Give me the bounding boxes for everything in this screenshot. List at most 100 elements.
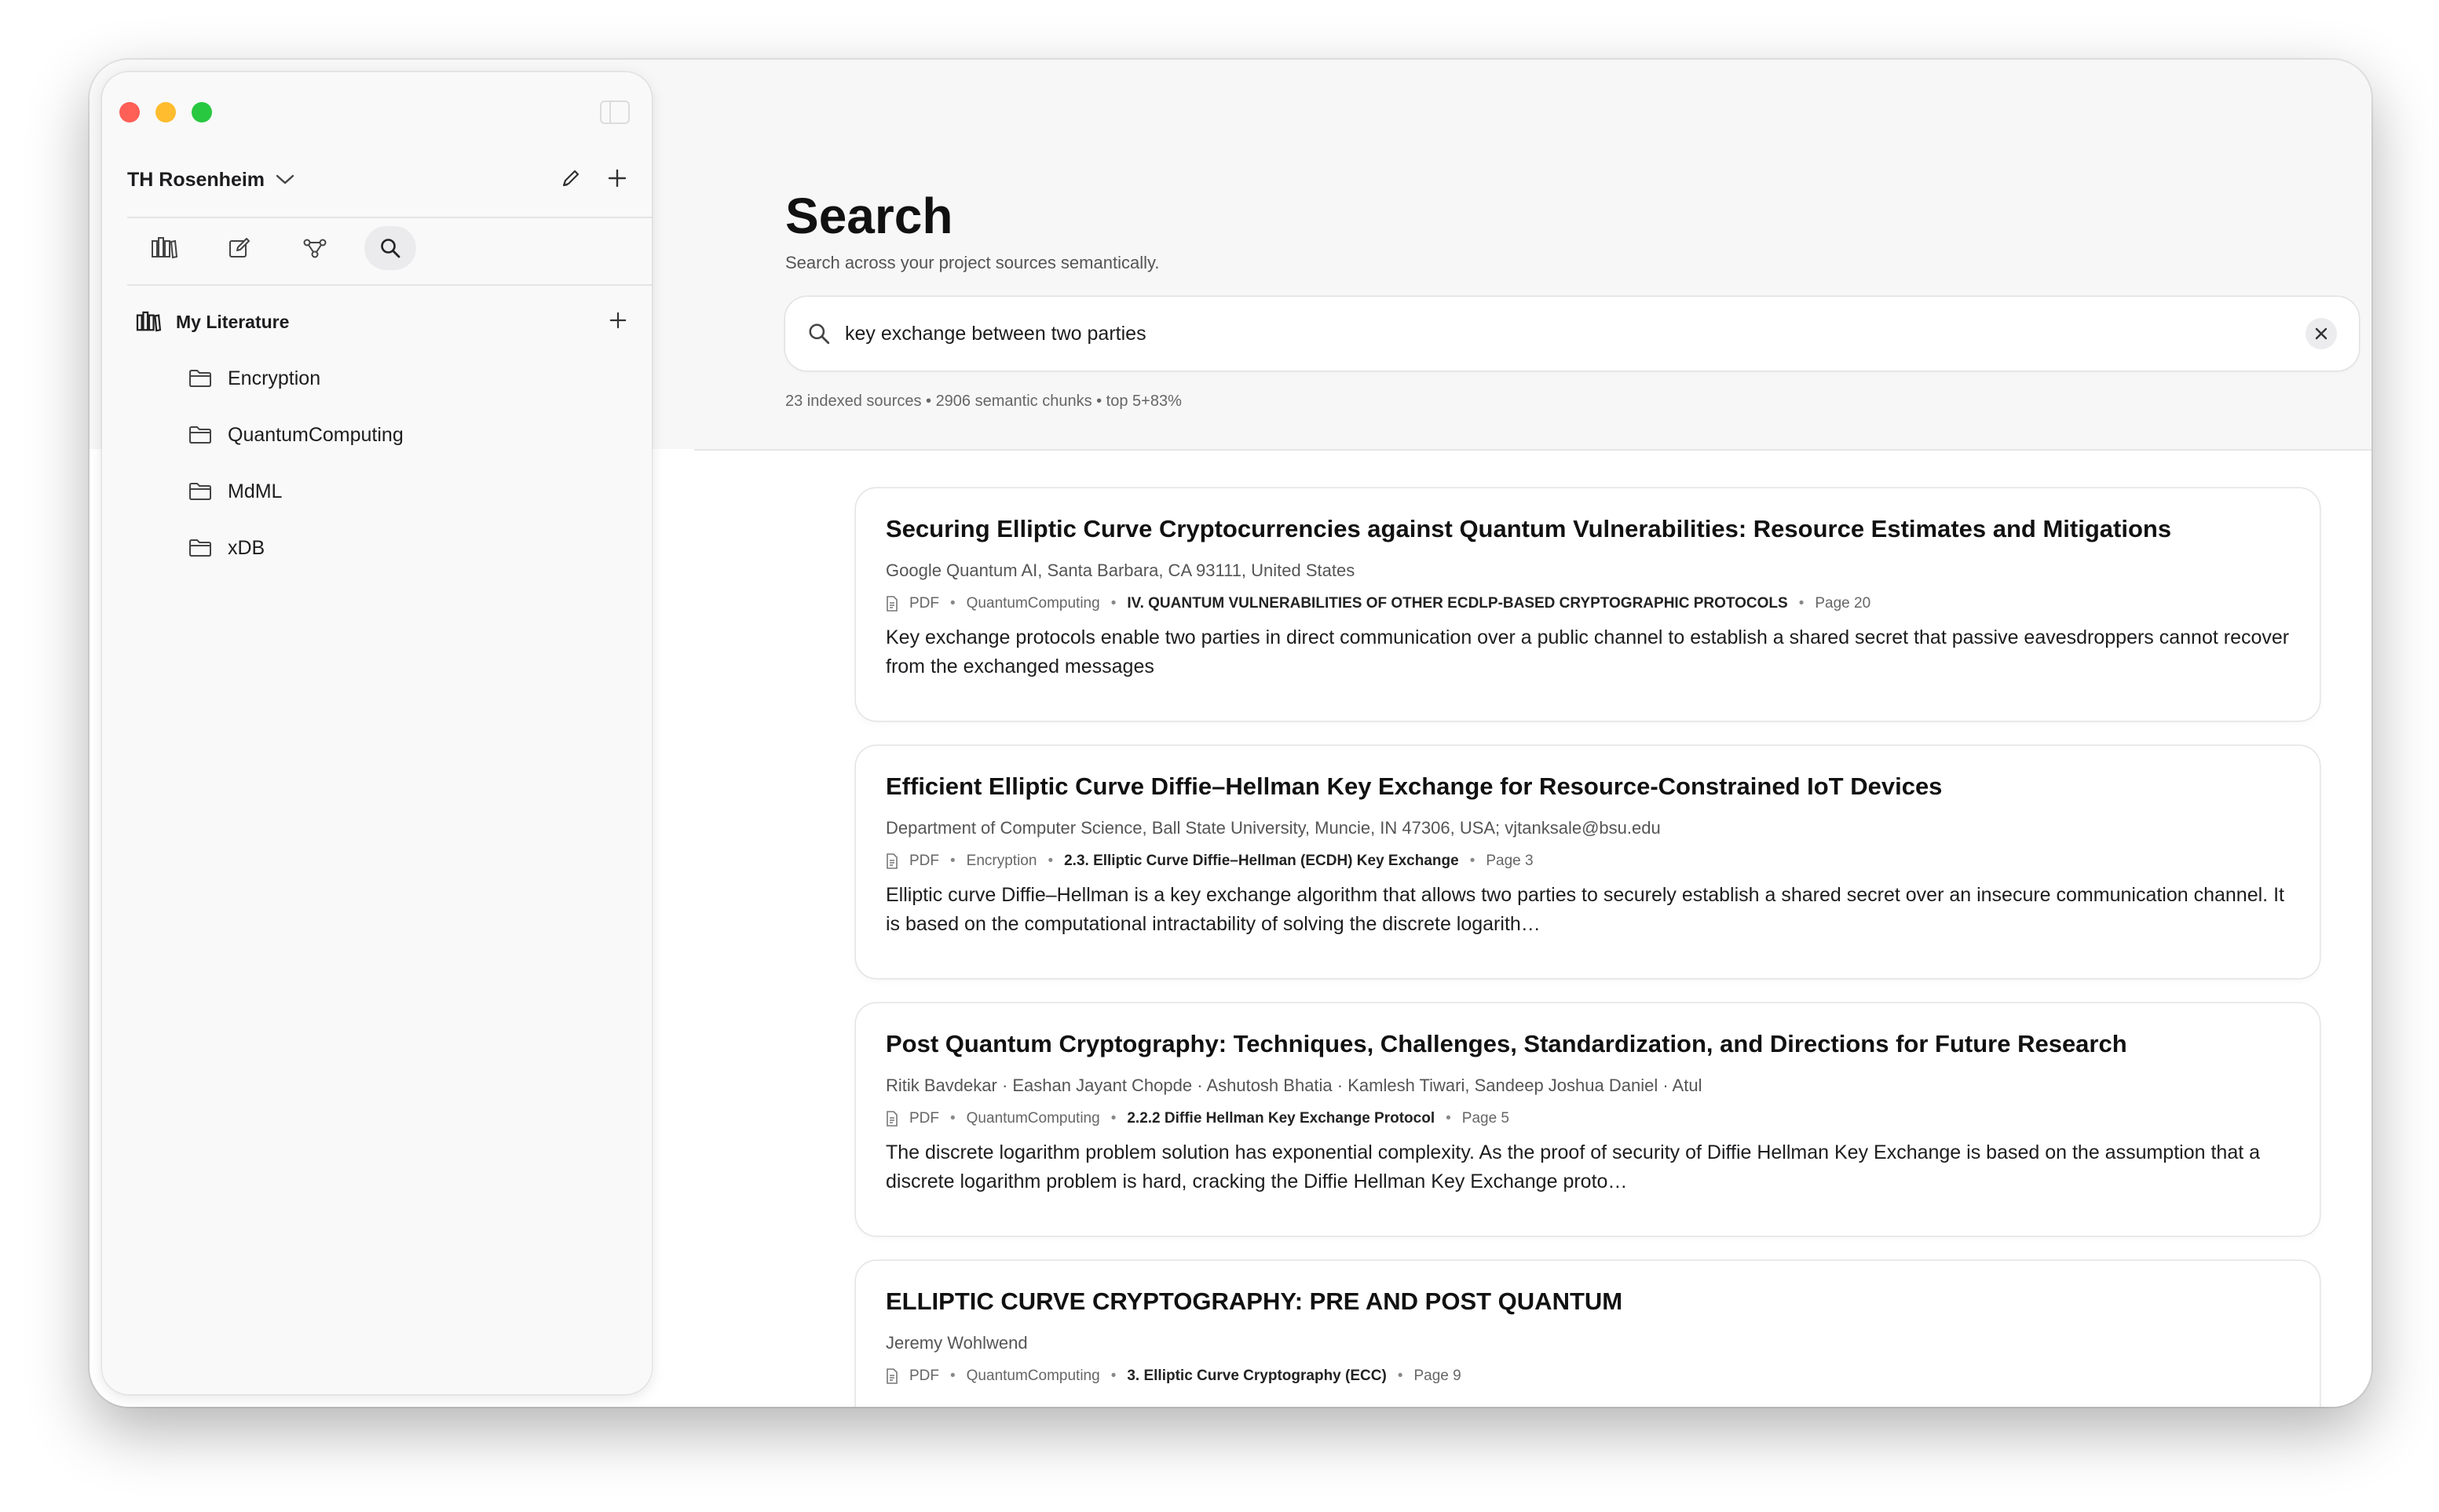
close-icon: [2315, 327, 2327, 340]
library-tab-button[interactable]: [138, 226, 190, 270]
result-snippet: The discrete logarithm problem solution …: [886, 1141, 2261, 1192]
meta-separator: •: [950, 1110, 956, 1127]
main-content: Search Search across your project source…: [694, 60, 2371, 1407]
result-meta: PDF • QuantumComputing • 3. Elliptic Cur…: [886, 1368, 2290, 1385]
tree-root-label: My Literature: [176, 311, 290, 332]
result-page: Page 9: [1413, 1368, 1461, 1384]
result-title[interactable]: Post Quantum Cryptography: Techniques, C…: [886, 1030, 2290, 1058]
notes-tab-button[interactable]: [214, 226, 265, 270]
result-type: PDF: [909, 595, 939, 612]
result-title[interactable]: Efficient Elliptic Curve Diffie–Hellman …: [886, 772, 2290, 801]
search-bar[interactable]: [785, 297, 2359, 371]
folder-label: xDB: [228, 536, 265, 559]
search-icon: [381, 239, 400, 258]
meta-separator: •: [1798, 595, 1805, 612]
folder-icon: [189, 426, 211, 444]
result-meta: PDF • Encryption • 2.3. Elliptic Curve D…: [886, 853, 2290, 870]
chevron-down-icon[interactable]: [276, 168, 299, 192]
plus-icon[interactable]: [608, 169, 627, 192]
result-card[interactable]: Securing Elliptic Curve Cryptocurrencies…: [856, 488, 2320, 721]
folder-item-xdb[interactable]: xDB: [127, 520, 630, 576]
result-type: PDF: [909, 1110, 939, 1127]
result-authors: Ritik Bavdekar · Eashan Jayant Chopde · …: [886, 1076, 1702, 1095]
result-authors: Google Quantum AI, Santa Barbara, CA 931…: [886, 561, 1355, 580]
meta-separator: •: [1469, 853, 1475, 869]
pencil-icon[interactable]: [561, 168, 581, 192]
document-icon: [886, 596, 898, 612]
meta-separator: •: [1110, 1110, 1117, 1127]
literature-tree: My Literature Encryption QuantumComputin…: [127, 300, 630, 576]
document-icon: [886, 853, 898, 869]
page-subtitle: Search across your project sources seman…: [785, 253, 1160, 272]
result-collection: QuantumComputing: [966, 1368, 1100, 1384]
result-type: PDF: [909, 853, 939, 869]
add-folder-plus-icon[interactable]: [609, 312, 627, 333]
result-card[interactable]: Efficient Elliptic Curve Diffie–Hellman …: [856, 746, 2320, 978]
result-authors: Department of Computer Science, Ball Sta…: [886, 818, 1661, 838]
sidebar-toolbar: [138, 226, 416, 270]
close-window-button[interactable]: [119, 102, 140, 122]
result-snippet: Key exchange protocols enable two partie…: [886, 626, 2290, 677]
page-title: Search: [785, 188, 953, 244]
library-icon: [152, 237, 178, 259]
result-section: 2.2.2 Diffie Hellman Key Exchange Protoc…: [1127, 1110, 1435, 1127]
sidebar-toggle-icon[interactable]: [600, 100, 630, 124]
document-icon: [886, 1111, 898, 1127]
zoom-window-button[interactable]: [192, 102, 212, 122]
folder-item-quantumcomputing[interactable]: QuantumComputing: [127, 407, 630, 463]
result-meta: PDF • QuantumComputing • IV. QUANTUM VUL…: [886, 595, 2290, 612]
search-input[interactable]: [845, 322, 2306, 345]
result-collection: QuantumComputing: [966, 595, 1100, 612]
meta-separator: •: [950, 853, 956, 869]
edit-icon: [229, 238, 250, 257]
meta-separator: •: [1110, 1368, 1117, 1384]
folder-icon: [189, 539, 211, 557]
folder-item-mdml[interactable]: MdML: [127, 463, 630, 520]
meta-separator: •: [1048, 853, 1054, 869]
result-card[interactable]: Post Quantum Cryptography: Techniques, C…: [856, 1003, 2320, 1236]
meta-separator: •: [1397, 1368, 1403, 1384]
folder-icon: [189, 370, 211, 387]
workspace-name[interactable]: TH Rosenheim: [127, 169, 265, 192]
library-icon: [136, 311, 162, 332]
search-tab-button[interactable]: [364, 226, 416, 270]
graph-icon: [303, 239, 327, 258]
document-icon: [886, 1368, 898, 1384]
sidebar: TH Rosenheim My Literature Encryption Qu…: [102, 72, 652, 1394]
result-collection: QuantumComputing: [966, 1110, 1100, 1127]
graph-tab-button[interactable]: [289, 226, 341, 270]
minimize-window-button[interactable]: [155, 102, 176, 122]
result-collection: Encryption: [966, 853, 1037, 869]
meta-separator: •: [950, 1368, 956, 1384]
search-icon: [809, 323, 830, 345]
search-stats: 23 indexed sources • 2906 semantic chunk…: [785, 393, 1182, 410]
result-page: Page 3: [1486, 853, 1534, 869]
traffic-lights: [119, 102, 212, 122]
meta-separator: •: [1110, 595, 1117, 612]
meta-separator: •: [1446, 1110, 1451, 1127]
result-title[interactable]: Securing Elliptic Curve Cryptocurrencies…: [886, 515, 2290, 543]
result-page: Page 5: [1461, 1110, 1509, 1127]
folder-icon: [189, 483, 211, 500]
result-meta: PDF • QuantumComputing • 2.2.2 Diffie He…: [886, 1110, 2290, 1127]
result-snippet: Elliptic curve Diffie–Hellman is a key e…: [886, 884, 2284, 935]
folder-label: QuantumComputing: [228, 423, 404, 446]
app-window: TH Rosenheim My Literature Encryption Qu…: [90, 60, 2371, 1407]
result-authors: Jeremy Wohlwend: [886, 1333, 1028, 1353]
meta-separator: •: [950, 595, 956, 612]
result-section: 3. Elliptic Curve Cryptography (ECC): [1127, 1368, 1387, 1384]
clear-search-button[interactable]: [2306, 318, 2337, 349]
folder-label: MdML: [228, 480, 283, 502]
result-card[interactable]: ELLIPTIC CURVE CRYPTOGRAPHY: PRE AND POS…: [856, 1261, 2320, 1407]
result-section: 2.3. Elliptic Curve Diffie–Hellman (ECDH…: [1064, 853, 1459, 869]
folder-label: Encryption: [228, 367, 321, 389]
result-type: PDF: [909, 1368, 939, 1384]
result-title[interactable]: ELLIPTIC CURVE CRYPTOGRAPHY: PRE AND POS…: [886, 1287, 2290, 1316]
sidebar-divider: [127, 284, 652, 286]
folder-item-encryption[interactable]: Encryption: [127, 350, 630, 407]
workspace-selector[interactable]: TH Rosenheim: [127, 160, 627, 199]
sidebar-divider: [127, 217, 652, 218]
results-list[interactable]: Securing Elliptic Curve Cryptocurrencies…: [694, 449, 2371, 1407]
tree-root-my-literature[interactable]: My Literature: [127, 300, 630, 344]
result-section: IV. QUANTUM VULNERABILITIES OF OTHER ECD…: [1127, 595, 1788, 612]
